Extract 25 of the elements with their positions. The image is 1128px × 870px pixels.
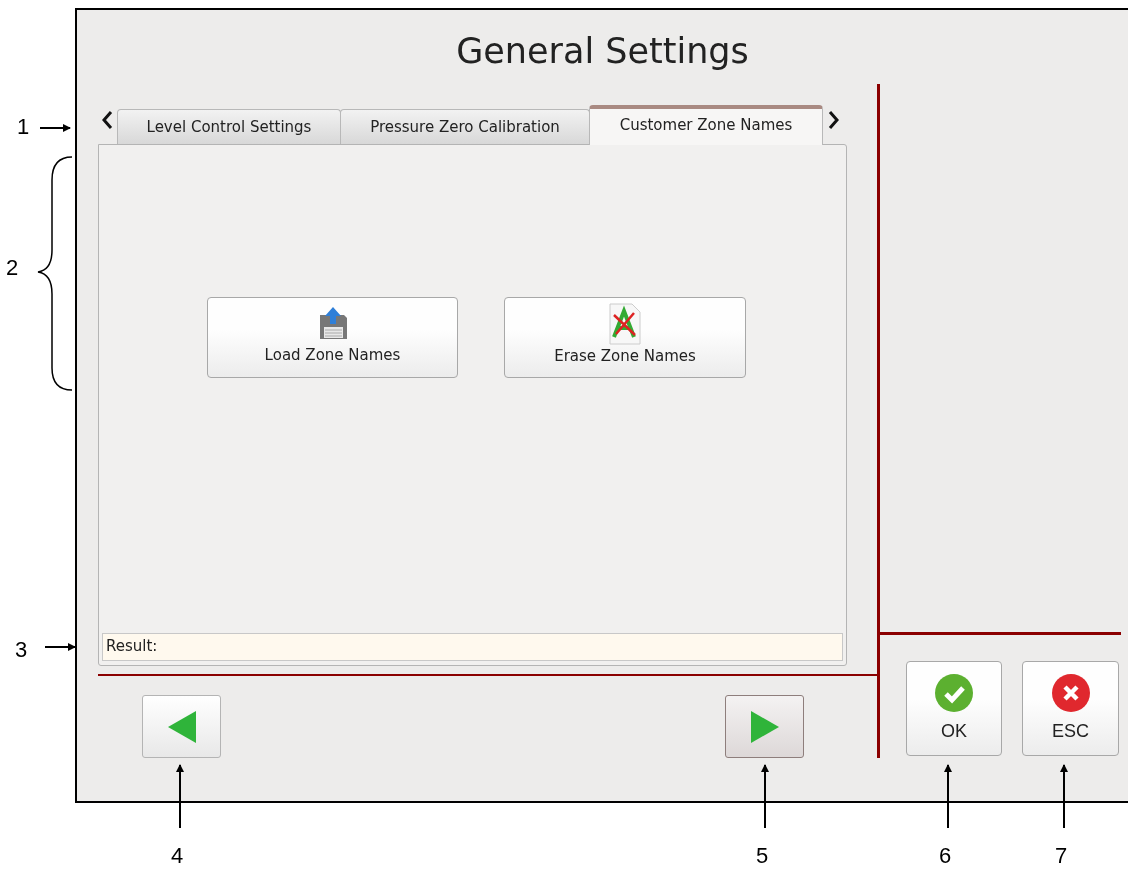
load-zone-names-button[interactable]: Load Zone Names	[207, 297, 458, 378]
callout-number: 1	[17, 114, 30, 140]
chevron-left-icon[interactable]	[101, 110, 114, 130]
chevron-right-icon[interactable]	[827, 110, 840, 130]
tab[interactable]: Level Control Settings	[117, 109, 341, 144]
document-crossed-letter-icon	[608, 303, 642, 345]
close-icon	[1050, 673, 1091, 713]
window-title: General Settings	[456, 31, 749, 71]
callout-number: 4	[171, 843, 184, 869]
callout-number: 3	[15, 637, 28, 663]
back-button[interactable]	[142, 695, 221, 758]
checkmark-icon	[934, 673, 974, 713]
result-field: Result:	[102, 633, 843, 661]
callout-arrow	[39, 124, 71, 132]
tab[interactable]: Pressure Zero Calibration	[340, 109, 590, 144]
callout-number: 7	[1055, 843, 1068, 869]
erase-zone-names-button[interactable]: Erase Zone Names	[504, 297, 746, 378]
callout-number: 5	[756, 843, 769, 869]
callout-number: 2	[6, 255, 19, 281]
ok-button[interactable]: OK	[906, 661, 1002, 756]
forward-button[interactable]	[725, 695, 804, 758]
escape-button[interactable]: ESC	[1022, 661, 1119, 756]
tab[interactable]: Customer Zone Names	[589, 105, 823, 145]
callout-number: 6	[939, 843, 952, 869]
right-triangle-icon	[748, 708, 781, 745]
